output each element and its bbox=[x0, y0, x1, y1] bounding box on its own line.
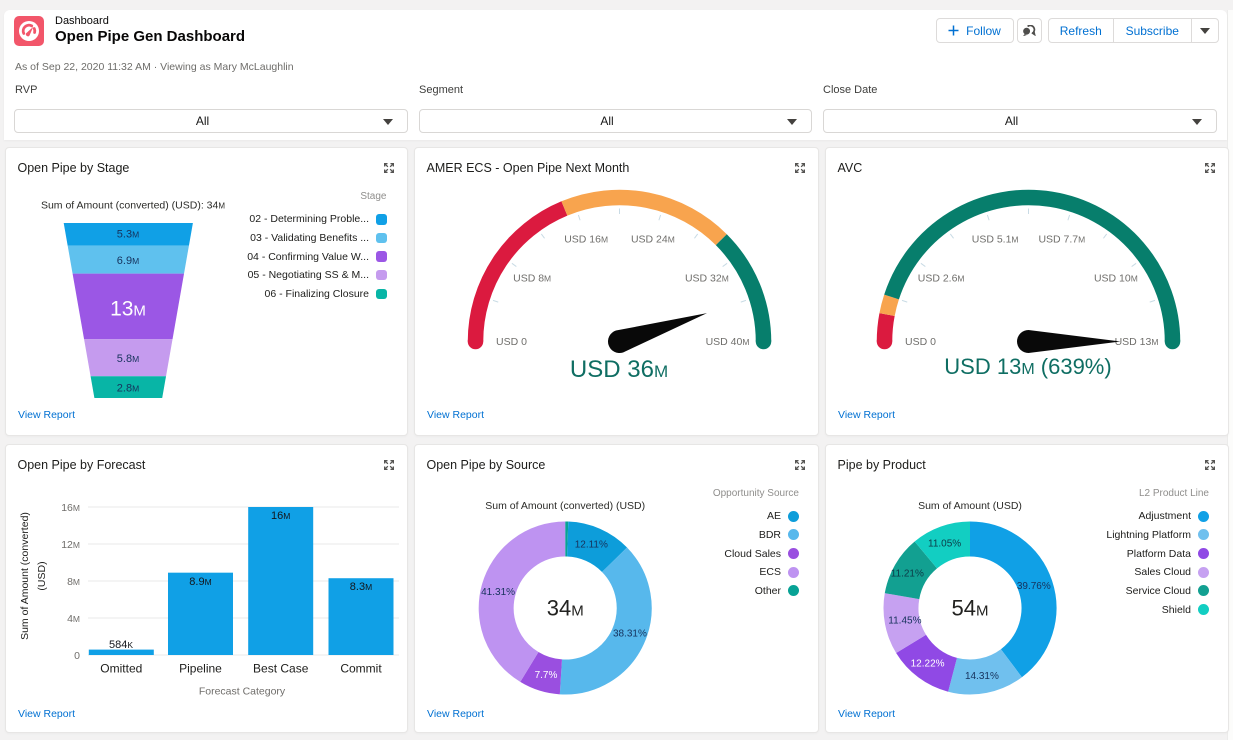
svg-text:Sum of Amount (converted) (USD: Sum of Amount (converted) (USD) bbox=[485, 500, 645, 512]
svg-text:Pipeline: Pipeline bbox=[179, 662, 222, 676]
svg-text:USD 40M: USD 40M bbox=[706, 336, 750, 348]
svg-text:USD 13M (639%): USD 13M (639%) bbox=[944, 354, 1111, 379]
svg-text:Sum of Amount (USD): Sum of Amount (USD) bbox=[918, 500, 1022, 512]
svg-text:USD 16M: USD 16M bbox=[564, 233, 608, 245]
svg-text:Omitted: Omitted bbox=[100, 662, 142, 676]
svg-text:39.76%: 39.76% bbox=[1017, 581, 1051, 592]
svg-text:16M: 16M bbox=[271, 510, 290, 522]
svg-text:8M: 8M bbox=[67, 576, 80, 588]
svg-text:12.11%: 12.11% bbox=[575, 540, 608, 551]
svg-text:USD 13M: USD 13M bbox=[1115, 336, 1159, 348]
svg-text:41.31%: 41.31% bbox=[481, 587, 515, 598]
svg-text:USD 0: USD 0 bbox=[905, 336, 936, 348]
svg-text:5.3M: 5.3M bbox=[117, 228, 139, 240]
svg-text:7.7%: 7.7% bbox=[535, 670, 558, 681]
svg-text:USD 36M: USD 36M bbox=[570, 356, 668, 383]
svg-text:USD 10M: USD 10M bbox=[1094, 273, 1138, 285]
svg-text:Best Case: Best Case bbox=[253, 662, 309, 676]
svg-text:11.45%: 11.45% bbox=[888, 615, 921, 626]
svg-text:0: 0 bbox=[74, 650, 80, 662]
svg-text:584K: 584K bbox=[109, 639, 133, 651]
svg-text:2.8M: 2.8M bbox=[117, 382, 139, 394]
svg-text:USD 8M: USD 8M bbox=[513, 273, 551, 285]
svg-text:8.9M: 8.9M bbox=[189, 576, 211, 588]
svg-text:11.21%: 11.21% bbox=[891, 569, 924, 580]
svg-text:12M: 12M bbox=[61, 539, 80, 551]
svg-text:38.31%: 38.31% bbox=[613, 629, 647, 640]
svg-text:34M: 34M bbox=[547, 596, 584, 621]
svg-text:14.31%: 14.31% bbox=[965, 671, 999, 682]
svg-text:Commit: Commit bbox=[340, 662, 382, 676]
svg-text:USD 5.1M: USD 5.1M bbox=[972, 233, 1019, 245]
svg-text:4M: 4M bbox=[67, 613, 80, 625]
svg-text:USD 7.7M: USD 7.7M bbox=[1038, 233, 1085, 245]
svg-text:6.9M: 6.9M bbox=[117, 255, 139, 267]
svg-text:11.05%: 11.05% bbox=[928, 538, 961, 549]
svg-text:USD 24M: USD 24M bbox=[631, 233, 675, 245]
svg-text:USD 0: USD 0 bbox=[496, 336, 527, 348]
svg-text:Sum of Amount (converted) (USD: Sum of Amount (converted) (USD): 34M bbox=[41, 200, 225, 212]
svg-text:16M: 16M bbox=[61, 502, 80, 514]
svg-text:5.8M: 5.8M bbox=[117, 353, 139, 365]
svg-text:54M: 54M bbox=[952, 596, 989, 621]
svg-text:USD 32M: USD 32M bbox=[685, 273, 729, 285]
svg-text:12.22%: 12.22% bbox=[911, 659, 945, 670]
svg-text:8.3M: 8.3M bbox=[350, 581, 372, 593]
svg-text:USD 2.6M: USD 2.6M bbox=[918, 273, 965, 285]
svg-text:Sum of Amount (converted): Sum of Amount (converted) bbox=[19, 512, 31, 640]
svg-text:Forecast Category: Forecast Category bbox=[199, 686, 286, 698]
svg-text:(USD): (USD) bbox=[36, 561, 48, 590]
